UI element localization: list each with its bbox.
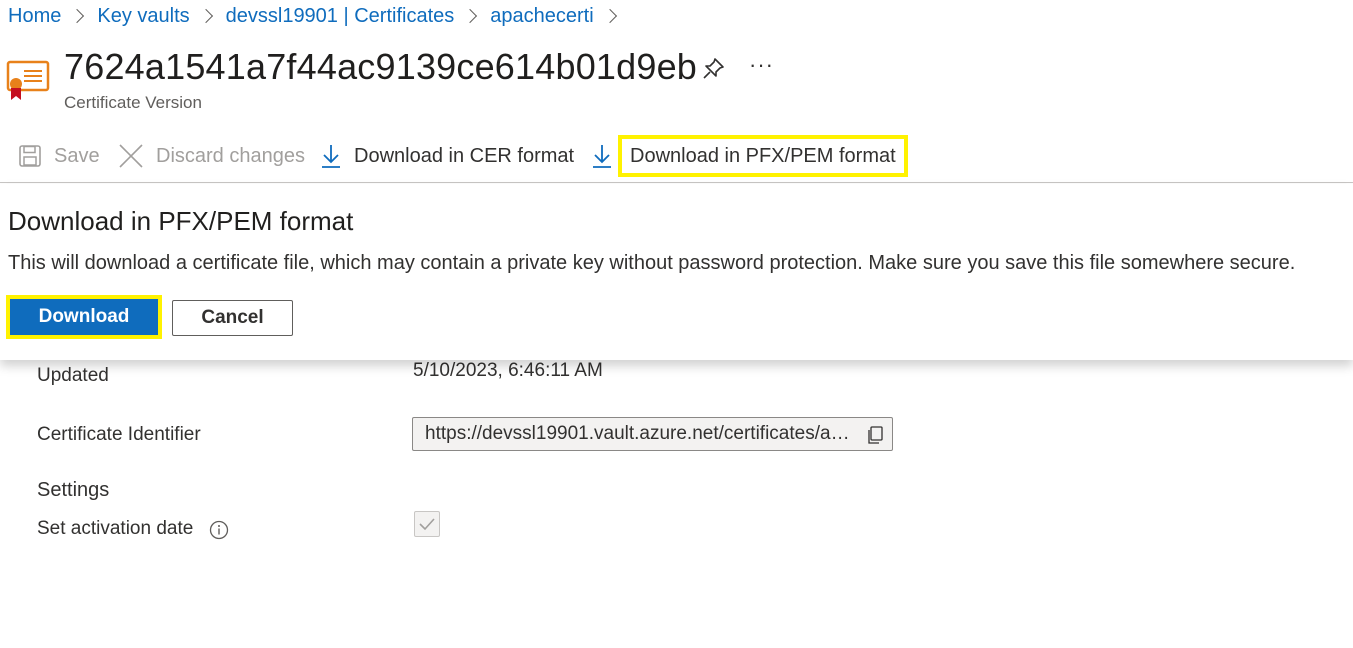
breadcrumb: Home Key vaults devssl19901 | Certificat… — [8, 5, 630, 28]
save-label: Save — [54, 144, 100, 167]
cancel-button[interactable]: Cancel — [172, 300, 293, 336]
download-pfx-button[interactable]: Download in PFX/PEM format — [591, 135, 908, 177]
certificate-identifier-value: https://devssl19901.vault.azure.net/cert… — [425, 423, 857, 444]
discard-changes-label: Discard changes — [156, 144, 305, 167]
certificate-identifier-field[interactable]: https://devssl19901.vault.azure.net/cert… — [412, 417, 893, 451]
info-icon[interactable] — [209, 520, 229, 540]
chevron-right-icon — [198, 8, 213, 23]
save-button[interactable]: Save — [18, 136, 100, 176]
download-cer-button[interactable]: Download in CER format — [320, 136, 574, 176]
checkmark-icon — [419, 518, 435, 531]
chevron-right-icon — [463, 8, 478, 23]
chevron-right-icon — [70, 8, 85, 23]
updated-label: Updated — [37, 365, 109, 386]
download-icon — [322, 145, 340, 168]
page-subtitle: Certificate Version — [64, 93, 202, 112]
breadcrumb-key-vaults[interactable]: Key vaults — [97, 5, 189, 28]
certificate-identifier-label: Certificate Identifier — [37, 424, 201, 445]
more-options-button[interactable]: ··· — [749, 52, 774, 78]
breadcrumb-certificates[interactable]: devssl19901 | Certificates — [226, 5, 455, 28]
download-icon — [593, 145, 611, 168]
toolbar-divider — [0, 182, 1353, 183]
chevron-right-icon — [602, 8, 617, 23]
breadcrumb-home[interactable]: Home — [8, 5, 61, 28]
command-bar: Save Discard changes Download in CER for… — [0, 135, 1353, 177]
download-button-highlight: Download — [6, 295, 162, 339]
copy-icon[interactable] — [866, 426, 884, 444]
close-icon — [119, 144, 143, 168]
updated-value: 5/10/2023, 6:46:11 AM — [413, 360, 603, 381]
certificate-icon — [6, 60, 50, 100]
panel-title: Download in PFX/PEM format — [8, 206, 354, 236]
save-icon — [19, 145, 41, 167]
breadcrumb-apachecerti[interactable]: apachecerti — [490, 5, 593, 28]
pin-icon[interactable] — [700, 56, 726, 82]
set-activation-date-label: Set activation date — [37, 518, 194, 539]
settings-heading: Settings — [37, 479, 110, 501]
page-title: 7624a1541a7f44ac9139ce614b01d9eb — [64, 46, 698, 87]
download-pfx-panel: Download in PFX/PEM format This will dow… — [0, 184, 1353, 360]
download-pfx-label: Download in PFX/PEM format — [618, 135, 908, 177]
download-button[interactable]: Download — [10, 299, 158, 335]
download-cer-label: Download in CER format — [354, 144, 575, 167]
panel-message: This will download a certificate file, w… — [8, 252, 1296, 274]
set-activation-date-checkbox[interactable] — [414, 511, 440, 537]
discard-changes-button[interactable]: Discard changes — [118, 136, 305, 176]
